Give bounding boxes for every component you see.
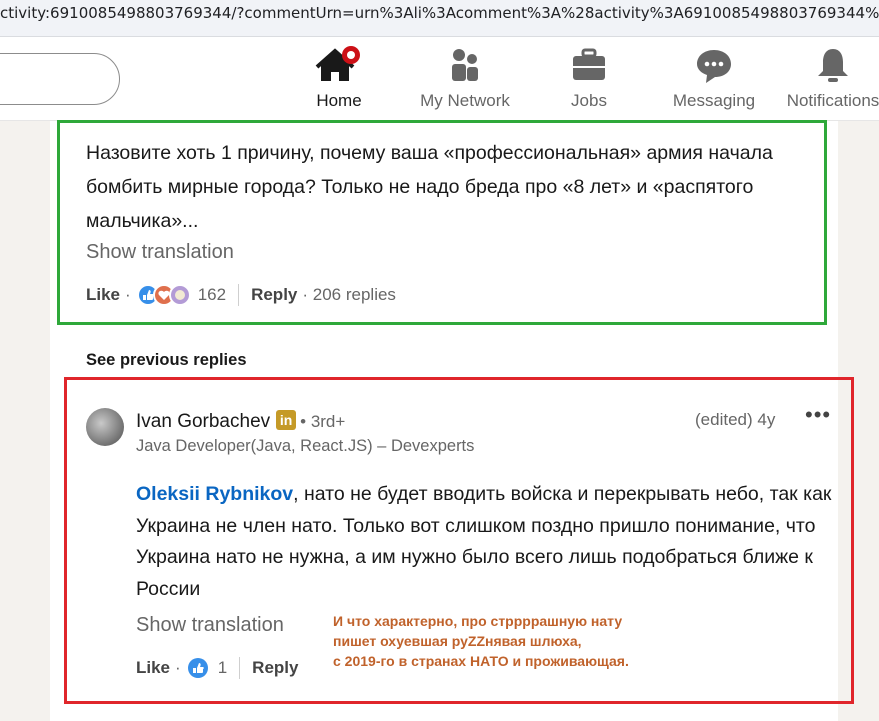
more-options-icon[interactable]: ••• (805, 402, 831, 428)
mention-link[interactable]: Oleksii Rybnikov (136, 483, 293, 505)
like-button[interactable]: Like (86, 285, 120, 305)
author-name[interactable]: Ivan Gorbachev (136, 411, 270, 432)
nav-my-network[interactable]: My Network (410, 45, 520, 111)
avatar[interactable] (86, 408, 124, 446)
annotation-line-3: с 2019-го в странах НАТО и проживающая. (333, 653, 629, 669)
reactions-icon[interactable] (136, 283, 192, 307)
comment-actions: Like · 1 Reply (136, 656, 298, 680)
reaction-count[interactable]: 1 (218, 658, 227, 678)
show-translation-link[interactable]: Show translation (136, 614, 284, 637)
annotation-line-2: пишет охуевшая руZZнявая шлюха, (333, 633, 582, 649)
reply-button[interactable]: Reply (251, 285, 297, 305)
annotation-overlay: И что характерно, про стррррашную нату п… (333, 611, 629, 671)
like-reaction-icon[interactable] (186, 656, 210, 680)
nav-my-network-label: My Network (420, 91, 510, 110)
briefcase-icon (573, 48, 605, 80)
nav-notifications-label: Notifications (786, 91, 879, 110)
annotation-line-1: И что характерно, про стррррашную нату (333, 613, 623, 629)
nav-messaging[interactable]: Messaging (659, 45, 769, 111)
search-input[interactable] (0, 53, 120, 105)
separator-dot: · (175, 658, 181, 677)
nav-home[interactable]: Home (284, 45, 394, 111)
show-translation-link[interactable]: Show translation (86, 241, 234, 264)
nav-notifications[interactable]: Notifications (778, 45, 879, 111)
comment-text: Назовите хоть 1 причину, почему ваша «пр… (86, 142, 773, 232)
nav-jobs-label: Jobs (571, 91, 607, 110)
reaction-count[interactable]: 162 (198, 285, 226, 305)
replies-count[interactable]: · 206 replies (302, 285, 396, 305)
network-icon (452, 49, 478, 81)
linkedin-premium-icon: in (276, 410, 297, 430)
comment-timestamp: (edited) 4y (695, 410, 776, 429)
connection-degree: • 3rd+ (300, 412, 346, 431)
divider (239, 657, 241, 679)
reply-button[interactable]: Reply (252, 658, 298, 678)
bell-icon (818, 49, 848, 82)
nav-home-label: Home (316, 91, 362, 110)
home-icon (315, 46, 360, 81)
address-bar[interactable]: ctivity:6910085498803769344/?commentUrn=… (0, 0, 879, 37)
comment-actions: Like · 162 Reply · 206 replies (86, 283, 396, 307)
see-previous-replies-link[interactable]: See previous replies (86, 351, 247, 370)
nav-messaging-label: Messaging (672, 91, 756, 110)
like-button[interactable]: Like (136, 658, 170, 678)
divider (238, 284, 240, 306)
separator-dot: · (125, 285, 131, 304)
comment-text: Oleksii Rybnikov, нато не будет вводить … (136, 479, 848, 605)
messaging-icon (697, 50, 731, 83)
url-text: ctivity:6910085498803769344/?commentUrn=… (0, 4, 879, 22)
author-headline: Java Developer(Java, React.JS) – Devexpe… (136, 437, 475, 455)
author-line: Ivan Gorbachev in • 3rd+ (136, 410, 345, 433)
nav-jobs[interactable]: Jobs (534, 45, 644, 111)
top-navigation: Home My Network Jobs Messaging Notificat… (0, 37, 879, 121)
